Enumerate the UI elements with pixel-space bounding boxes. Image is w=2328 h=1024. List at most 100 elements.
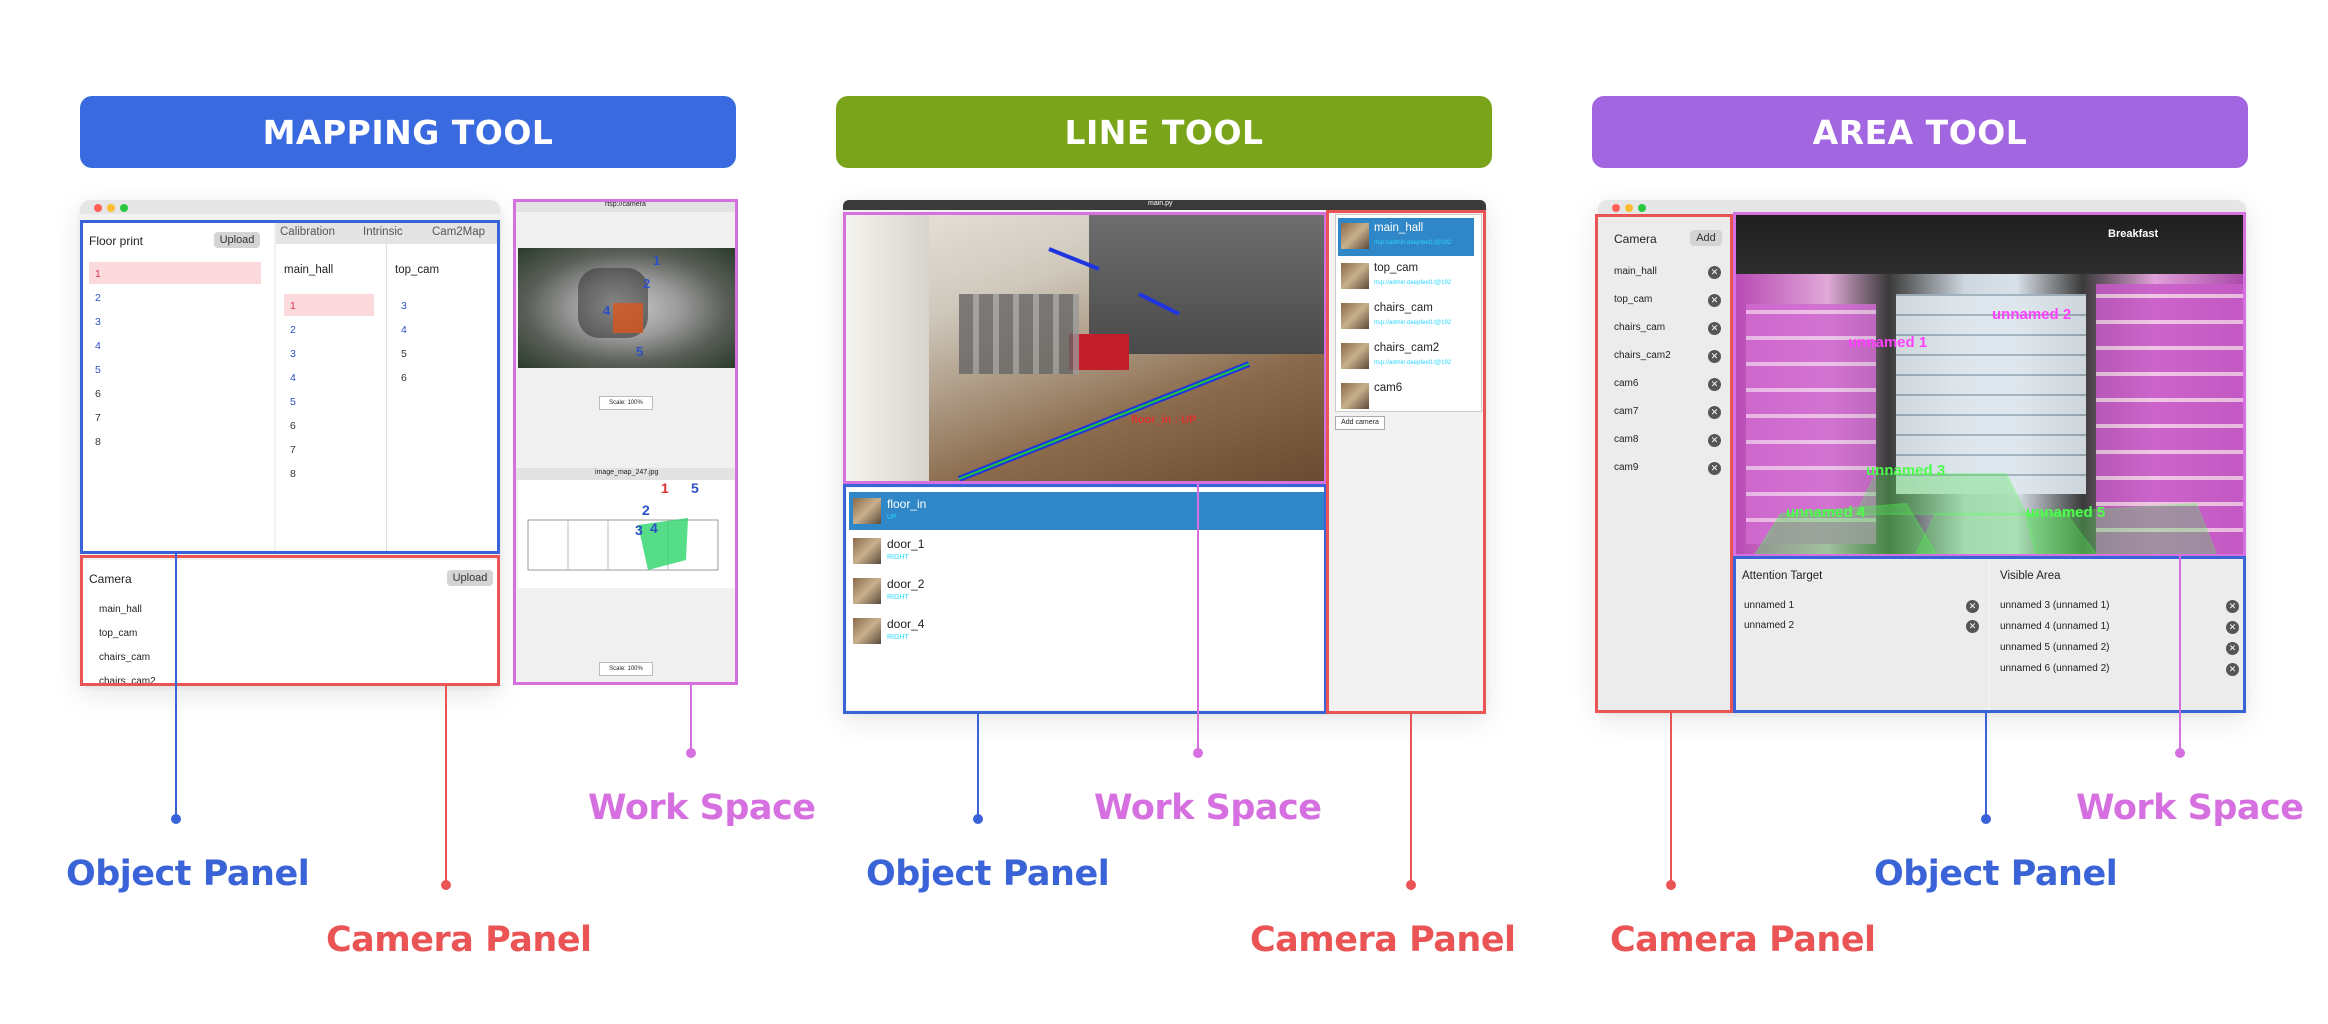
camera-item[interactable]: top_cam xyxy=(99,628,137,639)
line-object-name: floor_in xyxy=(887,497,927,511)
col2-item[interactable]: 3 xyxy=(401,300,407,312)
col2-item[interactable]: 5 xyxy=(401,348,407,360)
camera-item[interactable]: chairs_cam2 xyxy=(99,676,156,686)
floor-item[interactable]: 8 xyxy=(95,436,101,448)
col2-item[interactable]: 4 xyxy=(401,324,407,336)
map-point-3[interactable]: 3 xyxy=(635,522,643,538)
area-workspace-connector-dot xyxy=(2175,748,2185,758)
line-camera-row[interactable]: cam6 xyxy=(1338,378,1474,416)
close-dot-icon[interactable] xyxy=(94,204,102,212)
visible-item[interactable]: unnamed 6 (unnamed 2) xyxy=(2000,663,2110,674)
remove-icon[interactable]: ✕ xyxy=(2226,642,2239,655)
col1-item[interactable]: 7 xyxy=(290,444,296,456)
cam-point-2[interactable]: 2 xyxy=(643,276,650,291)
close-dot-icon[interactable] xyxy=(1612,204,1620,212)
camera-item[interactable]: chairs_cam xyxy=(99,652,150,663)
floor-item[interactable]: 4 xyxy=(95,340,101,352)
area-camera-item[interactable]: cam9 xyxy=(1614,462,1638,473)
line-camera-row[interactable]: chairs_cam rtsp://admin:deepfeel1!@192 xyxy=(1338,298,1474,336)
attention-item[interactable]: unnamed 1 xyxy=(1744,600,1794,611)
tab-calibration[interactable]: Calibration xyxy=(280,226,335,238)
area-camera-item[interactable]: chairs_cam2 xyxy=(1614,350,1671,361)
scale-select-1[interactable]: Scale: 100% xyxy=(599,396,653,410)
line-camera-panel-label: Camera Panel xyxy=(1250,920,1516,960)
minimize-dot-icon[interactable] xyxy=(1625,204,1633,212)
line-camera-row[interactable]: top_cam rtsp://admin:deepfeel1!@192 xyxy=(1338,258,1474,296)
floor-plan-svg xyxy=(527,518,719,571)
remove-icon[interactable]: ✕ xyxy=(1708,434,1721,447)
area-overlay-svg xyxy=(1754,473,2218,554)
remove-icon[interactable]: ✕ xyxy=(1708,462,1721,475)
floor-item[interactable]: 3 xyxy=(95,316,101,328)
floor-item[interactable]: 1 xyxy=(95,268,101,280)
floor-map-view: 1 2 3 4 5 xyxy=(518,480,735,588)
overlay-unnamed-4: unnamed 4 xyxy=(1786,504,1866,521)
col2-item[interactable]: 6 xyxy=(401,372,407,384)
area-camera-item[interactable]: main_hall xyxy=(1614,266,1657,277)
scale-select-2[interactable]: Scale: 100% xyxy=(599,662,653,676)
line-object-row[interactable]: door_2 RIGHT xyxy=(849,572,1325,610)
line-object-direction: RIGHT xyxy=(887,634,909,641)
map-point-2[interactable]: 2 xyxy=(642,502,650,518)
floor-item[interactable]: 2 xyxy=(95,292,101,304)
floor-upload-button[interactable]: Upload xyxy=(214,232,260,248)
visible-item[interactable]: unnamed 5 (unnamed 2) xyxy=(2000,642,2110,653)
remove-icon[interactable]: ✕ xyxy=(1708,406,1721,419)
mapping-camera-panel-label: Camera Panel xyxy=(326,920,592,960)
line-object-row[interactable]: floor_in UP xyxy=(849,492,1325,530)
add-camera-button[interactable]: Add camera xyxy=(1335,416,1385,430)
col1-item[interactable]: 6 xyxy=(290,420,296,432)
area-camera-item[interactable]: cam6 xyxy=(1614,378,1638,389)
mapping-workspace: rtsp://camera 1 2 4 5 Scale: 100% image_… xyxy=(515,200,737,684)
remove-icon[interactable]: ✕ xyxy=(2226,600,2239,613)
floor-item-selected[interactable] xyxy=(89,262,261,284)
area-add-button[interactable]: Add xyxy=(1690,230,1722,246)
attention-item[interactable]: unnamed 2 xyxy=(1744,620,1794,631)
line-object-row[interactable]: door_4 RIGHT xyxy=(849,612,1325,650)
floor-item[interactable]: 5 xyxy=(95,364,101,376)
maximize-dot-icon[interactable] xyxy=(1638,204,1646,212)
remove-icon[interactable]: ✕ xyxy=(2226,621,2239,634)
cam-point-5[interactable]: 5 xyxy=(636,344,643,359)
area-camera-item[interactable]: cam8 xyxy=(1614,434,1638,445)
remove-icon[interactable]: ✕ xyxy=(2226,663,2239,676)
col1-item[interactable]: 5 xyxy=(290,396,296,408)
cam-point-1[interactable]: 1 xyxy=(653,253,660,268)
area-tool-banner: AREA TOOL xyxy=(1592,96,2248,168)
remove-icon[interactable]: ✕ xyxy=(1708,322,1721,335)
floor-item[interactable]: 6 xyxy=(95,388,101,400)
tab-cam2map[interactable]: Cam2Map xyxy=(432,226,485,238)
col1-item[interactable]: 1 xyxy=(290,300,296,312)
camera-upload-button[interactable]: Upload xyxy=(447,570,493,586)
line-camera-row[interactable]: chairs_cam2 rtsp://admin:deepfeel1!@192 xyxy=(1338,338,1474,376)
floor-item[interactable]: 7 xyxy=(95,412,101,424)
camera-item[interactable]: main_hall xyxy=(99,604,142,615)
maximize-dot-icon[interactable] xyxy=(120,204,128,212)
map-point-4[interactable]: 4 xyxy=(650,520,658,536)
map-point-1[interactable]: 1 xyxy=(661,480,669,496)
remove-icon[interactable]: ✕ xyxy=(1708,294,1721,307)
line-object-connector-dot xyxy=(973,814,983,824)
col1-item-selected[interactable] xyxy=(284,294,374,316)
col2-title: top_cam xyxy=(395,264,440,276)
remove-icon[interactable]: ✕ xyxy=(1966,620,1979,633)
visible-item[interactable]: unnamed 4 (unnamed 1) xyxy=(2000,621,2110,632)
line-camera-row[interactable]: main_hall rtsp://admin:deepfeel1!@192 xyxy=(1338,218,1474,256)
remove-icon[interactable]: ✕ xyxy=(1708,266,1721,279)
remove-icon[interactable]: ✕ xyxy=(1708,350,1721,363)
col1-item[interactable]: 8 xyxy=(290,468,296,480)
minimize-dot-icon[interactable] xyxy=(107,204,115,212)
area-camera-item[interactable]: cam7 xyxy=(1614,406,1638,417)
remove-icon[interactable]: ✕ xyxy=(1708,378,1721,391)
area-camera-item[interactable]: chairs_cam xyxy=(1614,322,1665,333)
col1-item[interactable]: 3 xyxy=(290,348,296,360)
area-camera-item[interactable]: top_cam xyxy=(1614,294,1652,305)
visible-item[interactable]: unnamed 3 (unnamed 1) xyxy=(2000,600,2110,611)
remove-icon[interactable]: ✕ xyxy=(1966,600,1979,613)
line-object-row[interactable]: door_1 RIGHT xyxy=(849,532,1325,570)
col1-item[interactable]: 2 xyxy=(290,324,296,336)
tab-intrinsic[interactable]: Intrinsic xyxy=(363,226,403,238)
map-point-5[interactable]: 5 xyxy=(691,480,699,496)
cam-point-4[interactable]: 4 xyxy=(603,303,610,318)
col1-item[interactable]: 4 xyxy=(290,372,296,384)
